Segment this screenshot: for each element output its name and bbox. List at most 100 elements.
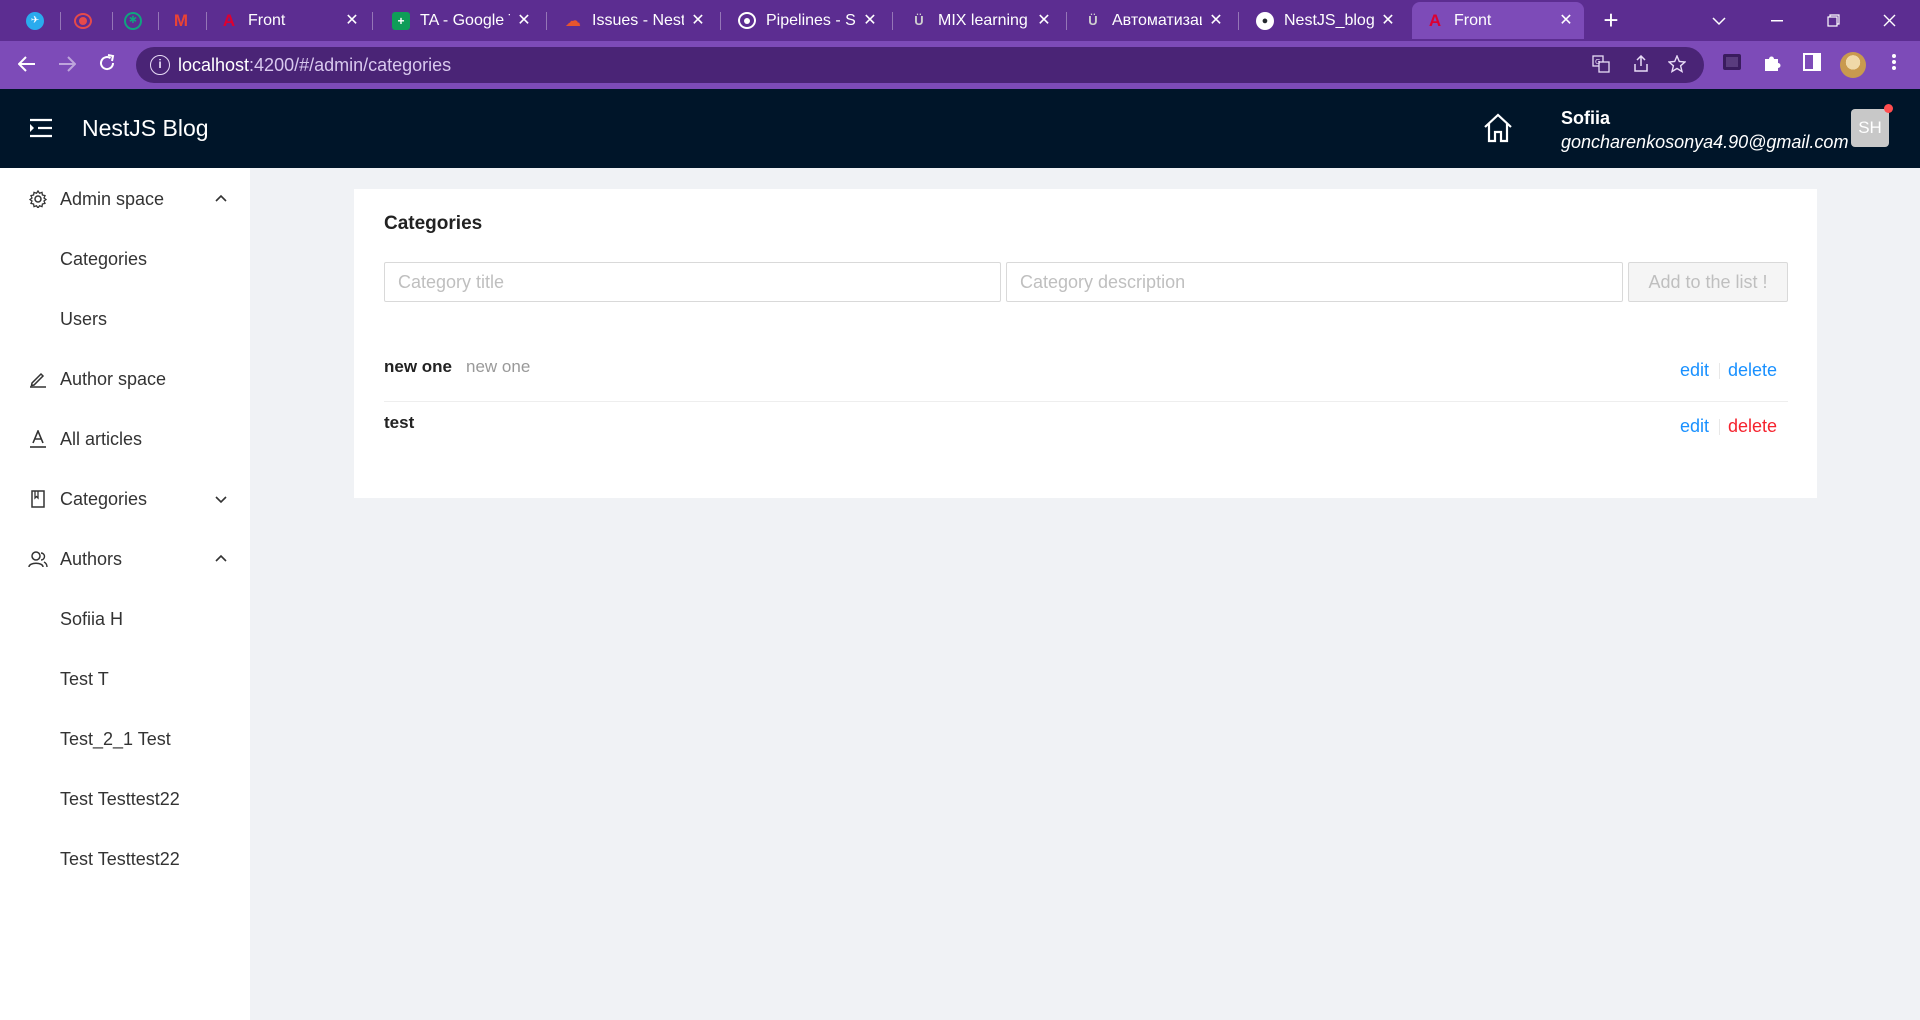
reload-button[interactable]: [92, 50, 122, 80]
sidebar-item-categories-menu[interactable]: Categories: [0, 478, 250, 520]
list-item: new one new one edit delete: [384, 346, 1788, 402]
sidebar-item-label: Sofiia H: [60, 608, 124, 629]
browser-tabstrip: ✈ ✱ M A Front ✕ + TA - Google T ✕ ☁ Issu…: [0, 0, 1920, 41]
tab-telegram[interactable]: ✈: [20, 2, 50, 39]
tab-label: MIX learning: [938, 11, 1028, 29]
tab-front-active[interactable]: A Front ✕: [1412, 2, 1584, 39]
sidebar-item-label: Users: [60, 308, 108, 329]
sidebar-item-author[interactable]: Test Testtest22: [0, 838, 250, 880]
close-icon[interactable]: ✕: [1558, 12, 1574, 29]
extension-icon[interactable]: [1720, 53, 1744, 77]
sidebar-item-author[interactable]: Test_2_1 Test: [0, 718, 250, 760]
list-item: test edit delete: [384, 402, 1788, 458]
site-info-icon[interactable]: i: [150, 55, 170, 75]
category-description: new one: [466, 357, 531, 376]
categories-card: Categories Add to the list ! new one new…: [354, 189, 1817, 498]
sidebar-item-label: Test T: [60, 668, 109, 689]
url-text[interactable]: localhost:4200/#/admin/categories: [178, 55, 451, 76]
more-menu-icon[interactable]: [1882, 53, 1906, 77]
sidebar-item-categories[interactable]: Categories: [0, 238, 250, 280]
angular-icon: A: [222, 10, 236, 30]
close-icon[interactable]: ✕: [690, 12, 706, 29]
tab-google-sheets[interactable]: + TA - Google T ✕: [378, 2, 542, 39]
edit-link[interactable]: edit: [1680, 360, 1709, 381]
record-icon: [74, 12, 92, 29]
users-icon: [28, 549, 48, 569]
forward-button[interactable]: [52, 50, 82, 80]
app-brand[interactable]: NestJS Blog: [82, 115, 209, 142]
sidebar-item-admin-space[interactable]: Admin space: [0, 178, 250, 220]
close-icon[interactable]: ✕: [862, 12, 878, 29]
close-icon[interactable]: ✕: [516, 12, 532, 29]
page-title: Categories: [384, 213, 483, 234]
sidebar-item-label: Categories: [60, 488, 148, 509]
tab-label: Issues - NestJ: [592, 11, 684, 29]
sidebar-item-label: Admin space: [60, 188, 165, 209]
minimize-button[interactable]: [1750, 0, 1804, 41]
font-icon: [28, 429, 48, 449]
category-title: new one: [384, 357, 453, 376]
google-sheets-icon: +: [392, 11, 410, 30]
angular-icon: A: [1428, 10, 1442, 30]
book-icon: [28, 489, 48, 509]
tab-search-chevron-icon[interactable]: [1692, 0, 1746, 41]
category-title-input[interactable]: [384, 262, 1001, 302]
close-icon[interactable]: ✕: [1208, 12, 1224, 29]
app-header: NestJS Blog Sofiia goncharenkosonya4.90@…: [0, 89, 1920, 168]
sidebar-item-label: Test_2_1 Test: [60, 728, 171, 749]
add-category-button[interactable]: Add to the list !: [1628, 262, 1788, 302]
tab-issues[interactable]: ☁ Issues - NestJ ✕: [550, 2, 716, 39]
tab-label: Автоматизац: [1112, 11, 1202, 29]
category-description-input[interactable]: [1006, 262, 1623, 302]
close-icon[interactable]: ✕: [1036, 12, 1052, 29]
sidebar-item-label: Authors: [60, 548, 123, 569]
restore-button[interactable]: [1806, 0, 1860, 41]
chevron-up-icon: [214, 551, 230, 567]
delete-link[interactable]: delete: [1728, 360, 1777, 381]
sidebar-item-author[interactable]: Test Testtest22: [0, 778, 250, 820]
mix-icon: Ü: [1088, 13, 1098, 28]
translate-icon[interactable]: G: [1590, 55, 1612, 77]
chevron-down-icon: [214, 491, 230, 507]
tab-automation[interactable]: Ü Автоматизац ✕: [1070, 2, 1234, 39]
tab-gmail[interactable]: M: [166, 2, 196, 39]
bookmark-star-icon[interactable]: [1666, 54, 1688, 77]
close-window-button[interactable]: [1862, 0, 1916, 41]
new-tab-button[interactable]: +: [1596, 6, 1626, 36]
side-panel-icon[interactable]: [1800, 53, 1824, 77]
tab-record[interactable]: [68, 2, 98, 39]
profile-avatar[interactable]: [1840, 52, 1866, 78]
tab-front[interactable]: A Front ✕: [206, 2, 370, 39]
telegram-icon: ✈: [26, 11, 44, 30]
tab-label: Front: [248, 11, 286, 29]
close-icon[interactable]: ✕: [1380, 12, 1396, 29]
home-icon[interactable]: [1482, 113, 1514, 143]
sidebar-item-author-space[interactable]: Author space: [0, 358, 250, 400]
tab-label: NestJS_blog/: [1284, 11, 1374, 29]
puzzle-icon[interactable]: [1760, 53, 1784, 77]
tab-github[interactable]: ● NestJS_blog/ ✕: [1242, 2, 1406, 39]
sidebar-item-label: All articles: [60, 428, 143, 449]
sidebar-item-all-articles[interactable]: All articles: [0, 418, 250, 460]
sidebar-item-authors[interactable]: Authors: [0, 538, 250, 580]
tab-chatgpt[interactable]: ✱: [118, 2, 148, 39]
close-icon[interactable]: ✕: [344, 12, 360, 29]
category-title: test: [384, 413, 415, 432]
sidebar-item-author[interactable]: Sofiia H: [0, 598, 250, 640]
tab-mix-learning[interactable]: Ü MIX learning ✕: [896, 2, 1062, 39]
gear-icon: [28, 189, 48, 209]
avatar[interactable]: SH: [1851, 109, 1889, 147]
user-name: Sofiia: [1561, 108, 1611, 128]
sidebar-item-label: Test Testtest22: [60, 788, 180, 809]
back-button[interactable]: [12, 50, 42, 80]
edit-link[interactable]: edit: [1680, 416, 1709, 437]
tab-pipelines[interactable]: Pipelines - So ✕: [724, 2, 888, 39]
sidebar-item-author[interactable]: Test T: [0, 658, 250, 700]
sidebar-item-users[interactable]: Users: [0, 298, 250, 340]
share-icon[interactable]: [1630, 54, 1652, 77]
sidebar-item-label: Author space: [60, 368, 167, 389]
tab-label: Front: [1454, 11, 1492, 29]
delete-link[interactable]: delete: [1728, 416, 1777, 437]
address-bar[interactable]: i localhost:4200/#/admin/categories G: [136, 47, 1704, 83]
menu-fold-icon[interactable]: [28, 116, 54, 140]
